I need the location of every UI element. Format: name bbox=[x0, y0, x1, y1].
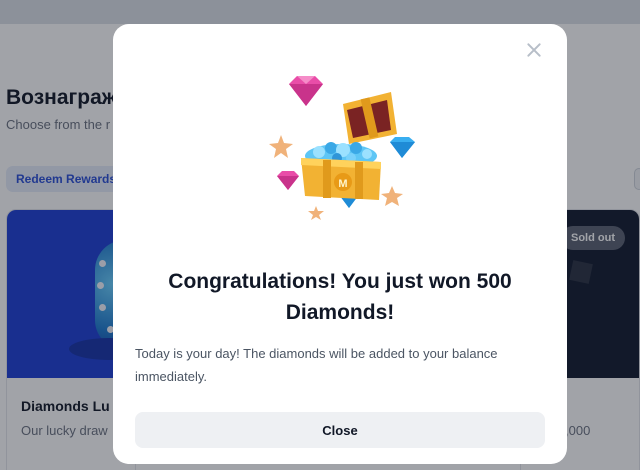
close-icon[interactable] bbox=[523, 39, 545, 61]
pink-diamond-icon bbox=[289, 76, 323, 106]
close-button[interactable]: Close bbox=[135, 412, 545, 448]
chest-body: M bbox=[301, 158, 381, 200]
svg-text:M: M bbox=[338, 178, 347, 190]
star-icon bbox=[269, 135, 293, 158]
treasure-chest-icon: M bbox=[269, 76, 415, 220]
pink-diamond-icon bbox=[277, 171, 299, 190]
star-icon bbox=[308, 206, 324, 220]
congratulations-modal: M Congratulations! You just won 500 Diam… bbox=[113, 24, 567, 464]
modal-description: Today is your day! The diamonds will be … bbox=[135, 346, 498, 384]
star-icon bbox=[381, 186, 403, 206]
chest-lid bbox=[343, 92, 397, 144]
blue-diamond-icon bbox=[390, 137, 415, 158]
modal-title: Congratulations! You just won 500 Diamon… bbox=[168, 270, 512, 324]
